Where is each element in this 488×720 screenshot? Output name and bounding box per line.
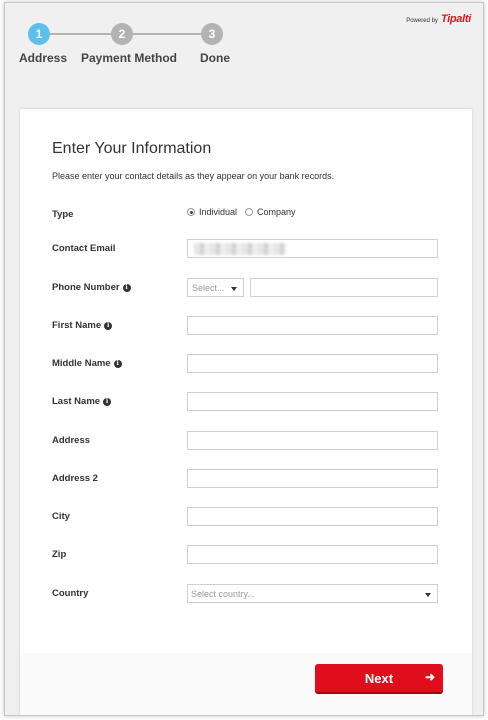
zip-row: Zip	[52, 545, 442, 565]
contact-email-label-text: Contact Email	[52, 243, 116, 254]
address-label-text: Address	[52, 435, 91, 446]
type-label-text: Type	[52, 209, 74, 220]
address2-row: Address 2	[52, 469, 442, 489]
info-icon[interactable]: i	[104, 321, 113, 330]
information-card: Enter Your Information Please enter your…	[20, 109, 472, 715]
phone-label-text: Phone Number	[52, 282, 120, 293]
country-placeholder: Select country...	[191, 589, 255, 599]
app-window: 1 Address 2 Payment Method 3 Done Powere…	[4, 2, 484, 716]
middle-name-row: Middle Name i	[52, 354, 442, 374]
info-icon[interactable]: i	[103, 397, 112, 406]
city-label-text: City	[52, 511, 70, 522]
contact-email-row: Contact Email	[52, 239, 442, 259]
brand-logo: Tipalti	[440, 13, 471, 25]
step-1-label: Address	[19, 51, 68, 65]
phone-select-placeholder: Select...	[192, 283, 225, 293]
phone-row: Phone Number i Select...	[52, 278, 442, 298]
country-label: Country	[52, 588, 88, 599]
step-connector	[121, 33, 213, 35]
type-row: Type Individual Company	[52, 205, 442, 225]
step-3-label: Done	[200, 51, 230, 65]
last-name-label: Last Name i	[52, 396, 112, 407]
progress-stepper: 1 Address 2 Payment Method 3 Done Powere…	[5, 3, 483, 103]
address2-label: Address 2	[52, 473, 98, 484]
city-field[interactable]	[187, 507, 438, 526]
address2-label-text: Address 2	[52, 473, 98, 484]
info-icon[interactable]: i	[122, 283, 131, 292]
radio-individual-label: Individual	[199, 207, 238, 217]
powered-by-badge: Powered by Tipalti	[406, 13, 471, 25]
redacted-email-value	[194, 243, 286, 255]
city-label: City	[52, 511, 70, 522]
page-description: Please enter your contact details as the…	[52, 171, 335, 181]
step-2-label: Payment Method	[81, 51, 178, 65]
first-name-label-text: First Name	[52, 320, 102, 331]
first-name-field[interactable]	[187, 316, 438, 335]
last-name-label-text: Last Name	[52, 396, 101, 407]
next-button[interactable]: Next ➜	[315, 664, 443, 692]
radio-company-label: Company	[257, 207, 296, 217]
step-3-circle: 3	[201, 23, 223, 45]
middle-name-field[interactable]	[187, 354, 438, 373]
middle-name-label-text: Middle Name	[52, 358, 111, 369]
last-name-row: Last Name i	[52, 392, 442, 412]
last-name-field[interactable]	[187, 392, 438, 411]
type-label: Type	[52, 209, 73, 220]
address-row: Address	[52, 431, 442, 451]
middle-name-label: Middle Name i	[52, 358, 122, 369]
first-name-row: First Name i	[52, 316, 442, 336]
contact-email-field[interactable]	[187, 239, 438, 258]
phone-number-field[interactable]	[250, 278, 438, 297]
arrow-right-icon: ➜	[424, 670, 435, 684]
type-radio-group: Individual Company	[187, 207, 296, 217]
radio-company-control[interactable]	[245, 208, 254, 216]
step-2-circle: 2	[111, 23, 133, 45]
country-select[interactable]: Select country...	[187, 584, 438, 603]
caret-down-icon	[231, 287, 237, 291]
radio-individual-control[interactable]	[187, 208, 195, 216]
phone-label: Phone Number i	[52, 282, 131, 293]
zip-label-text: Zip	[52, 549, 67, 560]
powered-by-text: Powered by	[406, 18, 438, 24]
address2-field[interactable]	[187, 469, 438, 488]
phone-country-code-select[interactable]: Select...	[187, 278, 244, 297]
address-field[interactable]	[187, 431, 438, 450]
next-button-label: Next	[364, 670, 394, 686]
page-title: Enter Your Information	[52, 140, 212, 157]
radio-individual[interactable]: Individual	[187, 207, 237, 217]
zip-field[interactable]	[187, 545, 438, 564]
first-name-label: First Name i	[52, 320, 113, 331]
country-row: Country Select country...	[52, 584, 442, 604]
address-label: Address	[52, 435, 90, 446]
radio-company[interactable]: Company	[245, 207, 296, 217]
step-1-circle: 1	[28, 23, 50, 45]
country-label-text: Country	[52, 588, 89, 599]
city-row: City	[52, 507, 442, 527]
info-icon[interactable]: i	[113, 359, 122, 368]
caret-down-icon	[425, 593, 431, 597]
zip-label: Zip	[52, 549, 66, 560]
contact-email-label: Contact Email	[52, 243, 115, 254]
